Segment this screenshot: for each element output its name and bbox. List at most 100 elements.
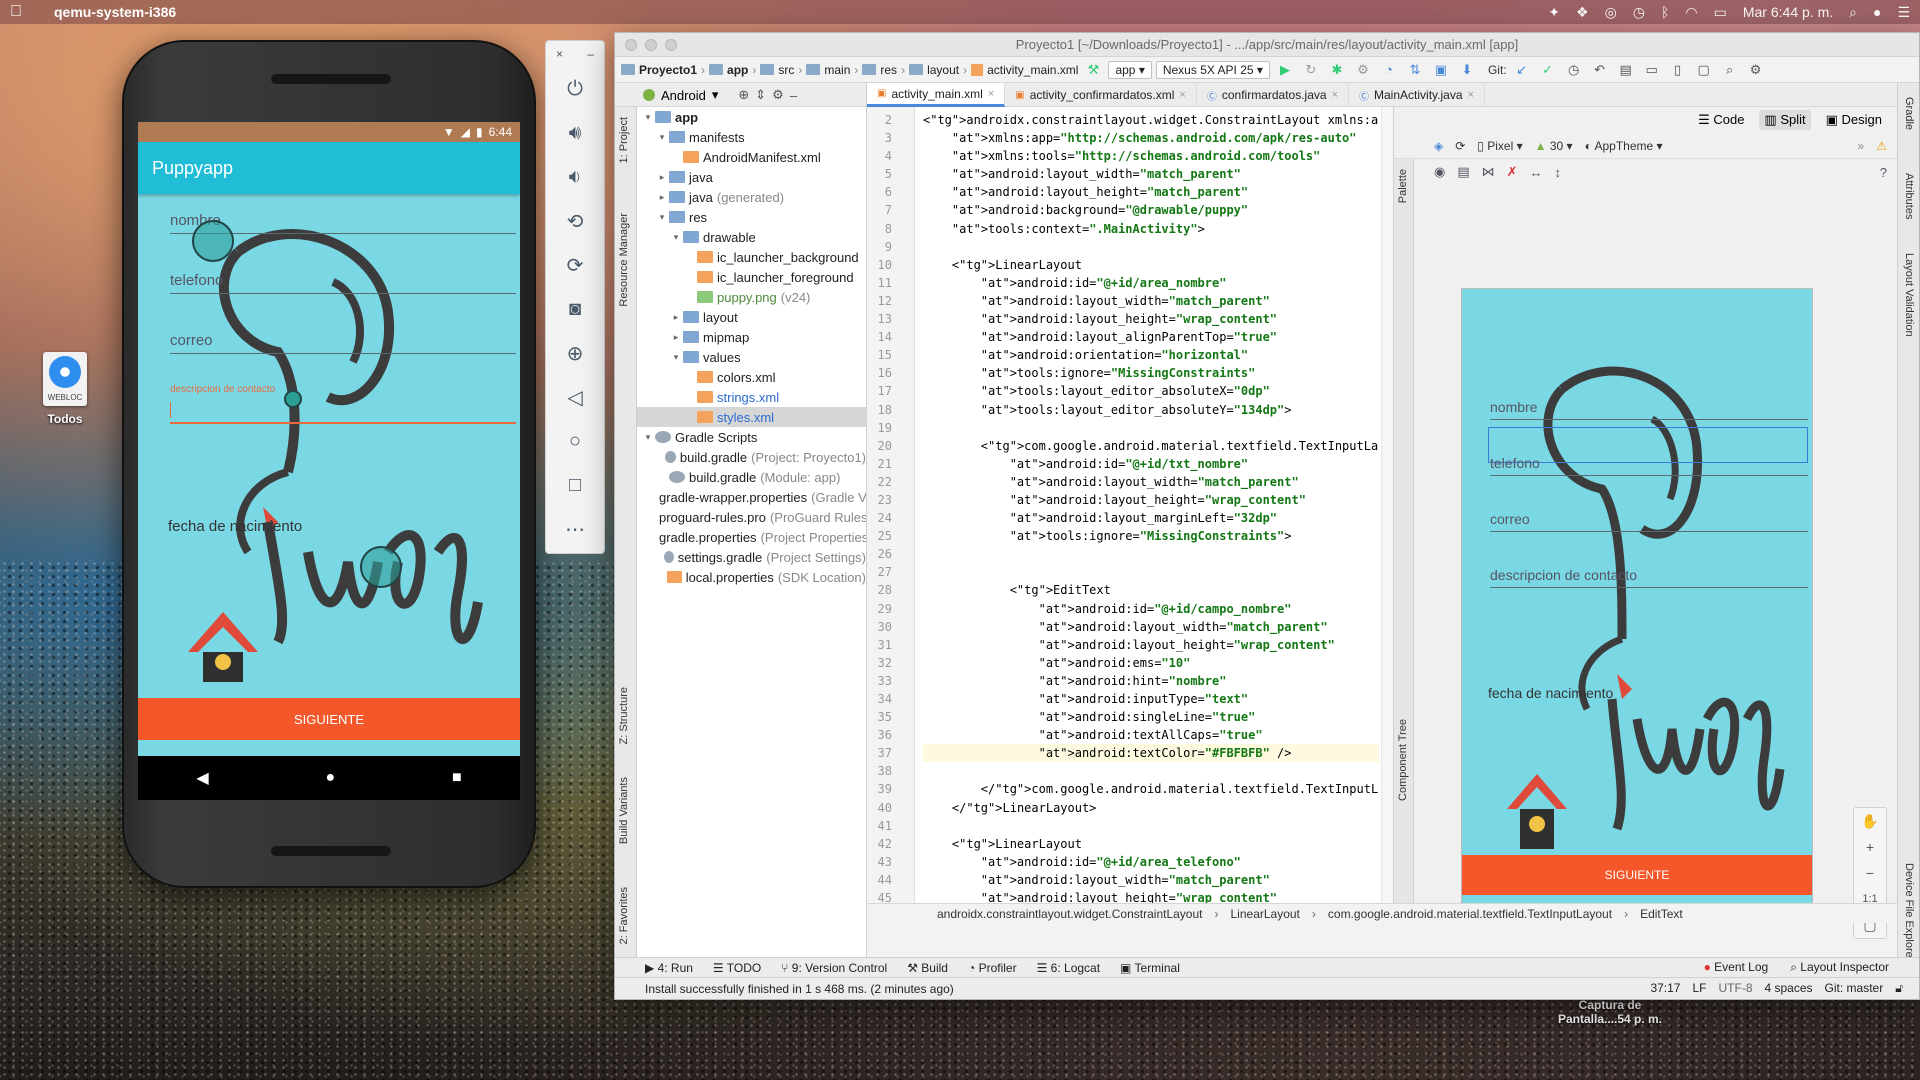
orientation-icon[interactable]: ⟳	[1455, 139, 1465, 153]
code-line[interactable]: "at">tools:layout_editor_absoluteY="134d…	[923, 401, 1379, 419]
code-editor[interactable]: 2 3 4 5 6 7 8 9 10 11 12 13 14 15 16 17 18 19 20 21 22 23 24 25…	[867, 107, 1393, 903]
preview-telefono-field[interactable]: telefono	[1490, 455, 1808, 476]
volume-up-icon[interactable]: 🔊︎	[546, 111, 604, 155]
collapse-all-icon[interactable]: ⇕	[755, 87, 766, 103]
selection-handle-middle[interactable]	[284, 390, 302, 408]
tree-item[interactable]: styles.xml	[637, 407, 866, 427]
close-tab-icon[interactable]: ×	[1179, 89, 1185, 101]
chevron-down-icon[interactable]: ▾	[655, 132, 669, 143]
overview-icon[interactable]: □	[546, 463, 604, 507]
screenshot-thumbnail-label[interactable]: Captura de Pantalla....54 p. m.	[1540, 998, 1680, 1026]
crumb-res[interactable]: res	[862, 63, 897, 77]
chevron-down-icon[interactable]: ▾	[655, 212, 669, 223]
attach-debugger-icon[interactable]: ⚙	[1352, 60, 1374, 80]
zoom-icon[interactable]: ⊕	[546, 331, 604, 375]
attributes-tab[interactable]: Attributes	[1903, 173, 1915, 219]
tree-item[interactable]: puppy.png (v24)	[637, 287, 866, 307]
git-branch[interactable]: Git: master	[1825, 981, 1884, 996]
project-structure-icon[interactable]: ▤	[1615, 60, 1637, 80]
selection-handle-bottom[interactable]	[360, 546, 402, 588]
battery-icon[interactable]: ▭	[1714, 4, 1727, 21]
layout-inspector-button[interactable]: ⌕ Layout Inspector	[1790, 960, 1889, 975]
run-icon[interactable]: ▶	[1274, 60, 1296, 80]
crumb-app[interactable]: app	[709, 63, 748, 77]
favorites-tab[interactable]: 2: Favorites	[618, 887, 630, 944]
git-update-icon[interactable]: ↙	[1511, 60, 1533, 80]
component-tree-tab[interactable]: Component Tree	[1397, 719, 1409, 801]
notification-center-icon[interactable]: ☰	[1897, 4, 1910, 21]
chevron-right-icon[interactable]: ▸	[669, 312, 683, 323]
layout-icon[interactable]: ▭	[1641, 60, 1663, 80]
pack-icon[interactable]: ↔	[1530, 165, 1543, 180]
warning-icon[interactable]: ⚠	[1876, 139, 1897, 153]
version-control-tool-button[interactable]: ⑂ 9: Version Control	[781, 961, 887, 975]
tree-item[interactable]: colors.xml	[637, 367, 866, 387]
correo-field[interactable]: correo	[170, 332, 516, 354]
split-mode-button[interactable]: ▥ Split	[1759, 110, 1811, 130]
tree-item[interactable]: ▸ java	[637, 167, 866, 187]
git-rollback-icon[interactable]: ↶	[1589, 60, 1611, 80]
back-icon[interactable]: ◀	[196, 768, 208, 788]
code-content[interactable]: <"tg">androidx.constraintlayout.widget.C…	[923, 107, 1379, 903]
selection-handle-top[interactable]	[192, 220, 234, 262]
device-manager-icon[interactable]: ▯	[1667, 60, 1689, 80]
code-line[interactable]: "at">tools:ignore="MissingConstraints">	[923, 527, 1379, 545]
event-log-button[interactable]: ● Event Log	[1704, 960, 1769, 975]
layout-validation-tab[interactable]: Layout Validation	[1903, 253, 1915, 337]
tree-item[interactable]: ic_launcher_background	[637, 247, 866, 267]
creative-cloud-icon[interactable]: ✦	[1548, 4, 1560, 21]
tree-item[interactable]: proguard-rules.pro (ProGuard Rules)	[637, 507, 866, 527]
chevron-right-icon[interactable]: ▸	[655, 192, 669, 203]
preview-nombre-field[interactable]: nombre	[1490, 399, 1808, 420]
chevron-down-icon[interactable]: ▾	[669, 232, 683, 243]
tab-activity-confirmardatos[interactable]: ▣ activity_confirmardatos.xml ×	[1005, 83, 1197, 107]
chevron-down-icon[interactable]: ▾	[712, 87, 719, 103]
close-icon[interactable]: ×	[556, 47, 563, 61]
apple-menu-icon[interactable]: 	[10, 3, 40, 21]
more-icon[interactable]: ⋯	[546, 507, 604, 551]
chevron-down-icon[interactable]: ▾	[641, 432, 655, 443]
code-line[interactable]: "at">android:layout_width="match_parent"	[923, 473, 1379, 491]
code-line[interactable]: "at">xmlns:tools="http://schemas.android…	[923, 147, 1379, 165]
debug-icon[interactable]: ✱	[1326, 60, 1348, 80]
tree-item[interactable]: strings.xml	[637, 387, 866, 407]
indent-setting[interactable]: 4 spaces	[1765, 981, 1813, 996]
code-line[interactable]: "at">android:layout_width="match_parent"	[923, 165, 1379, 183]
code-line[interactable]: "at">android:orientation="horizontal"	[923, 346, 1379, 364]
layers-icon[interactable]: ◈	[1434, 139, 1443, 153]
blueprint-icon[interactable]: ▤	[1457, 164, 1469, 180]
file-encoding[interactable]: UTF-8	[1719, 981, 1753, 996]
code-line[interactable]: "at">xmlns:app="http://schemas.android.c…	[923, 129, 1379, 147]
close-window-button[interactable]	[625, 38, 637, 51]
active-app-name[interactable]: qemu-system-i386	[54, 4, 176, 20]
preview-descripcion-field[interactable]: descripcion de contacto	[1490, 567, 1808, 588]
minimize-window-button[interactable]	[645, 38, 657, 51]
siguiente-button[interactable]: SIGUIENTE	[138, 698, 520, 740]
home-icon[interactable]: ●	[325, 769, 335, 787]
tab-confirmardatos-java[interactable]: Ⓒconfirmardatos.java ×	[1197, 83, 1350, 107]
code-line[interactable]: "at">android:id="@+id/txt_nombre"	[923, 455, 1379, 473]
bluetooth-icon[interactable]: ᛒ	[1661, 4, 1669, 20]
crumb-project[interactable]: Proyecto1	[621, 63, 697, 77]
spotlight-search-icon[interactable]: ⌕	[1849, 4, 1857, 21]
chevron-right-icon[interactable]: ▸	[655, 172, 669, 183]
telefono-field[interactable]: telefono	[170, 272, 516, 294]
code-line[interactable]: <"tg">EditText	[923, 581, 1379, 599]
minimize-icon[interactable]: –	[587, 47, 594, 61]
code-line[interactable]: </"tg">com.google.android.material.textf…	[923, 780, 1379, 798]
status-message[interactable]: Install successfully finished in 1 s 468…	[645, 982, 954, 996]
code-line[interactable]: "at">tools:context=".MainActivity">	[923, 220, 1379, 238]
tree-item[interactable]: build.gradle (Project: Proyecto1)	[637, 447, 866, 467]
settings-icon[interactable]: ⚙	[1745, 60, 1767, 80]
code-line[interactable]: "at">android:layout_marginLeft="32dp"	[923, 509, 1379, 527]
zoom-window-button[interactable]	[665, 38, 677, 51]
clear-constraints-icon[interactable]: ✗	[1507, 164, 1518, 180]
code-line[interactable]	[923, 238, 1379, 256]
crumb-main[interactable]: main	[806, 63, 850, 77]
build-tool-button[interactable]: ⚒ Build	[907, 961, 948, 975]
help-icon[interactable]: ?	[1880, 165, 1897, 180]
code-line[interactable]: "at">android:layout_height="match_parent…	[923, 183, 1379, 201]
datetime-label[interactable]: Mar 6:44 p. m.	[1743, 4, 1833, 20]
zoom-out-icon[interactable]: −	[1866, 860, 1874, 886]
code-line[interactable]: "at">android:background="@drawable/puppy…	[923, 201, 1379, 219]
